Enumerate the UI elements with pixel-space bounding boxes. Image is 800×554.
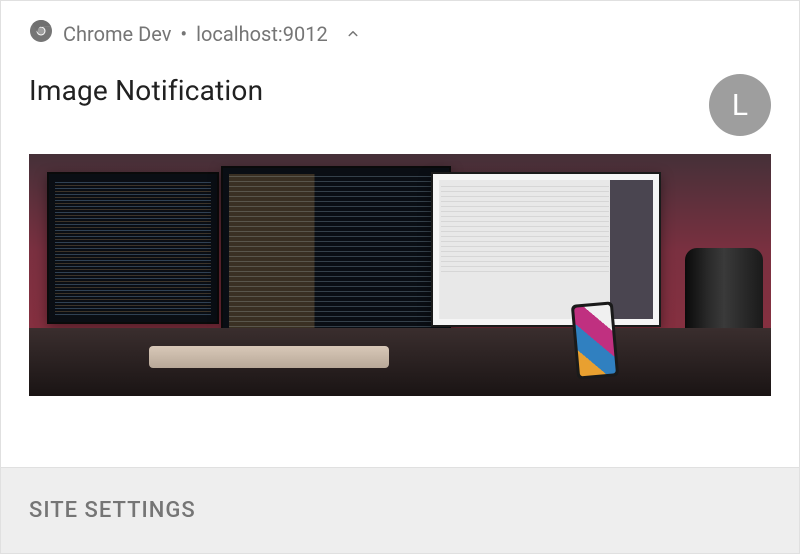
site-settings-button[interactable]: SITE SETTINGS [29,498,771,523]
avatar: L [709,74,771,136]
notification-title: Image Notification [29,74,263,107]
title-row: Image Notification L [1,74,799,136]
origin-text: localhost:9012 [196,22,328,46]
header-meta: Chrome Dev • localhost:9012 [29,19,771,48]
avatar-letter: L [732,88,748,123]
app-name: Chrome Dev [63,22,171,46]
notification-image [29,154,771,396]
header-text-container: Chrome Dev • localhost:9012 [63,22,328,46]
notification-card: Chrome Dev • localhost:9012 Image Notifi… [0,0,800,554]
chrome-icon [29,19,53,48]
action-bar: SITE SETTINGS [1,467,799,553]
separator: • [180,22,187,46]
notification-header[interactable]: Chrome Dev • localhost:9012 [1,1,799,56]
chevron-up-icon[interactable] [344,25,362,43]
